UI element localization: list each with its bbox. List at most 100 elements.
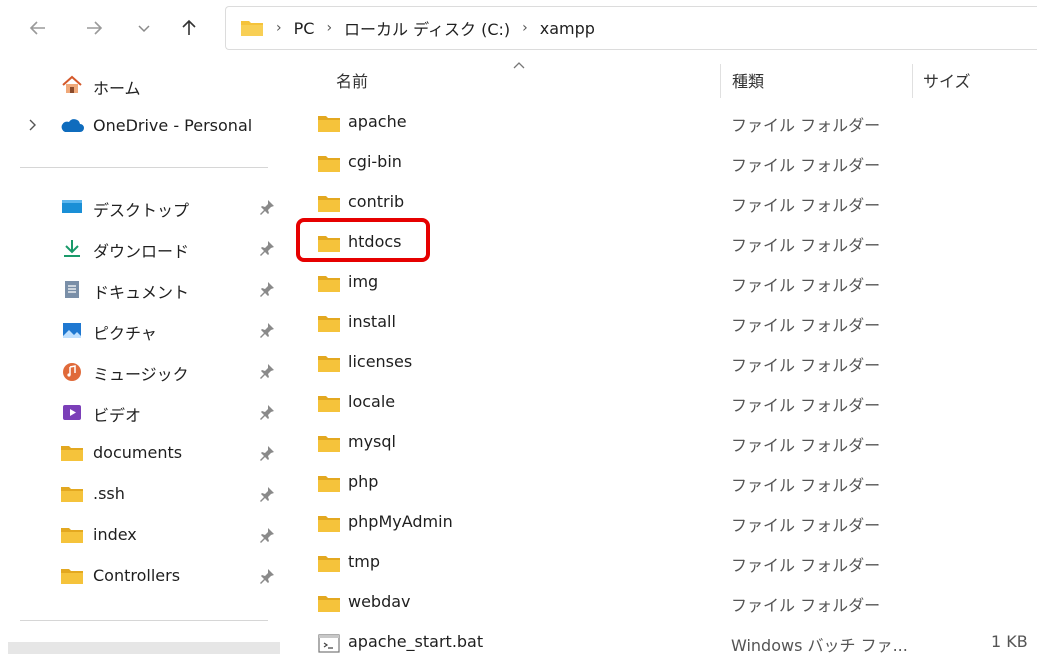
sidebar-item-label: ピクチャ (93, 324, 157, 343)
up-button[interactable] (175, 14, 203, 42)
pin-icon[interactable] (258, 199, 276, 215)
sidebar-item-controllers[interactable]: Controllers (0, 559, 285, 593)
pin-icon[interactable] (258, 281, 276, 297)
column-divider[interactable] (912, 64, 913, 98)
file-type: ファイル フォルダー (731, 236, 881, 255)
file-type: ファイル フォルダー (731, 196, 881, 215)
navigation-pane: ホーム OneDrive - Personal デスクトップ ダウンロード ドキュメ… (0, 60, 285, 654)
pin-icon[interactable] (258, 486, 276, 502)
desktop-icon (62, 200, 82, 213)
file-type: ファイル フォルダー (731, 156, 881, 175)
sidebar-item-this-pc[interactable] (8, 642, 280, 654)
pin-icon[interactable] (258, 363, 276, 379)
file-name[interactable]: webdav (348, 592, 411, 611)
file-row[interactable]: cgi-bin ファイル フォルダー (285, 142, 1037, 182)
file-name[interactable]: licenses (348, 352, 412, 371)
file-row[interactable]: locale ファイル フォルダー (285, 382, 1037, 422)
file-row[interactable]: apache ファイル フォルダー (285, 102, 1037, 142)
file-type: ファイル フォルダー (731, 596, 881, 615)
sidebar-item-documents[interactable]: documents (0, 436, 285, 470)
folder-icon (61, 487, 83, 502)
folder-icon (318, 476, 340, 492)
breadcrumb-local-disk[interactable]: ローカル ディスク (C:) (344, 16, 510, 40)
folder-icon (318, 196, 340, 212)
sidebar-item-ssh[interactable]: .ssh (0, 477, 285, 511)
recent-locations-button[interactable] (130, 14, 158, 42)
sidebar-item-[interactable]: ドキュメント (0, 272, 285, 306)
sidebar-item-label: OneDrive - Personal (93, 116, 253, 135)
sidebar-item-[interactable]: ダウンロード (0, 231, 285, 265)
file-row[interactable]: mysql ファイル フォルダー (285, 422, 1037, 462)
sidebar-item-label: documents (93, 443, 183, 462)
sidebar-item-[interactable]: ミュージック (0, 354, 285, 388)
folder-icon (318, 276, 340, 292)
pin-icon[interactable] (258, 404, 276, 420)
column-header-size[interactable]: サイズ (923, 68, 971, 92)
file-name[interactable]: apache_start.bat (348, 632, 483, 651)
file-name[interactable]: php (348, 472, 378, 491)
music-icon (63, 363, 81, 381)
file-name[interactable]: contrib (348, 192, 404, 211)
file-row[interactable]: img ファイル フォルダー (285, 262, 1037, 302)
file-type: ファイル フォルダー (731, 556, 881, 575)
pin-icon[interactable] (258, 445, 276, 461)
file-name[interactable]: install (348, 312, 396, 331)
file-row[interactable]: install ファイル フォルダー (285, 302, 1037, 342)
sidebar-item-label: ミュージック (93, 365, 189, 384)
file-type: ファイル フォルダー (731, 116, 881, 135)
folder-icon (318, 236, 340, 252)
folder-icon (318, 396, 340, 412)
breadcrumb-separator: › (326, 20, 333, 36)
file-row[interactable]: contrib ファイル フォルダー (285, 182, 1037, 222)
file-name[interactable]: phpMyAdmin (348, 512, 453, 531)
folder-icon (61, 446, 83, 461)
file-name[interactable]: locale (348, 392, 395, 411)
file-name[interactable]: mysql (348, 432, 396, 451)
file-row[interactable]: tmp ファイル フォルダー (285, 542, 1037, 582)
file-row[interactable]: phpMyAdmin ファイル フォルダー (285, 502, 1037, 542)
forward-button[interactable] (80, 14, 108, 42)
breadcrumb-xampp[interactable]: xampp (540, 19, 595, 38)
file-name[interactable]: cgi-bin (348, 152, 402, 171)
home-icon (62, 75, 82, 93)
folder-icon (318, 596, 340, 612)
file-name[interactable]: apache (348, 112, 407, 131)
back-button[interactable] (24, 14, 52, 42)
file-name[interactable]: tmp (348, 552, 380, 571)
column-divider[interactable] (720, 64, 721, 98)
file-row[interactable]: php ファイル フォルダー (285, 462, 1037, 502)
file-row[interactable]: webdav ファイル フォルダー (285, 582, 1037, 622)
sidebar-item-onedrive[interactable]: OneDrive - Personal (0, 109, 285, 143)
file-row[interactable]: htdocs ファイル フォルダー (285, 222, 1037, 262)
chevron-right-icon[interactable] (25, 118, 39, 132)
breadcrumb-pc[interactable]: PC (294, 19, 315, 38)
pin-icon[interactable] (258, 527, 276, 543)
file-type: ファイル フォルダー (731, 396, 881, 415)
sidebar-item-label: ホーム (93, 79, 141, 98)
folder-icon (318, 516, 340, 532)
pin-icon[interactable] (258, 568, 276, 584)
file-type: ファイル フォルダー (731, 436, 881, 455)
file-name[interactable]: htdocs (348, 232, 402, 251)
file-size: 1 KB (991, 632, 1028, 651)
file-row[interactable]: licenses ファイル フォルダー (285, 342, 1037, 382)
sidebar-item-index[interactable]: index (0, 518, 285, 552)
pin-icon[interactable] (258, 240, 276, 256)
breadcrumb-separator: › (276, 20, 282, 36)
pin-icon[interactable] (258, 322, 276, 338)
sidebar-item-home[interactable]: ホーム (0, 68, 285, 102)
file-row[interactable]: apache_start.bat Windows バッチ ファ... 1 KB (285, 622, 1037, 662)
folder-icon (318, 436, 340, 452)
address-bar[interactable]: › PC › ローカル ディスク (C:) › xampp (225, 6, 1037, 50)
file-type: ファイル フォルダー (731, 356, 881, 375)
sidebar-item-[interactable]: ピクチャ (0, 313, 285, 347)
sidebar-item-[interactable]: ビデオ (0, 395, 285, 429)
column-header-type[interactable]: 種類 (732, 68, 764, 92)
forward-arrow-icon (87, 21, 103, 35)
sidebar-item-label: .ssh (93, 484, 125, 503)
sidebar-item-[interactable]: デスクトップ (0, 190, 285, 224)
file-name[interactable]: img (348, 272, 378, 291)
file-type: ファイル フォルダー (731, 476, 881, 495)
sidebar-divider (20, 620, 268, 621)
column-header-name[interactable]: 名前 (336, 68, 368, 92)
